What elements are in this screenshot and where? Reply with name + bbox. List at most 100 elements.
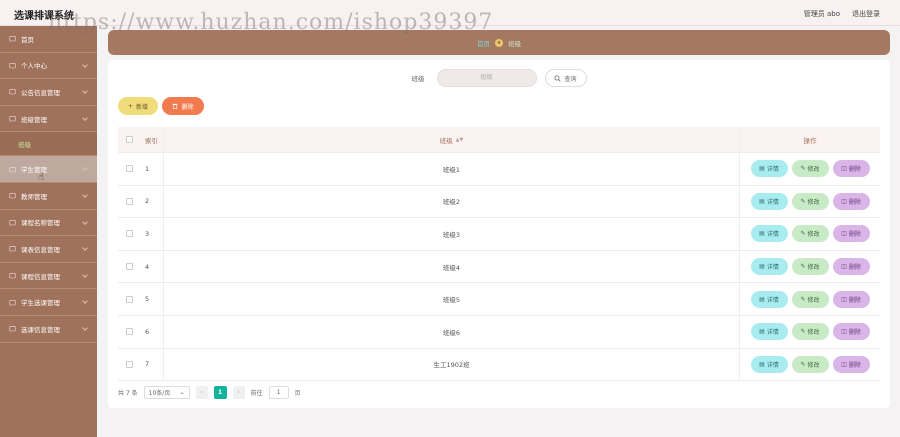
detail-button[interactable]: ▤ 详情 — [750, 355, 788, 373]
top-bar: 选课排课系统 管理员 abo 退出登录 — [0, 0, 900, 26]
delete-label: 删除 — [848, 329, 861, 337]
sidebar-item-5[interactable]: 教师管理 — [0, 183, 97, 210]
row-name: 班级4 — [164, 250, 740, 283]
chevron-down-icon — [82, 114, 88, 121]
search-input[interactable]: 班级 — [436, 69, 537, 87]
chevron-down-icon — [82, 271, 88, 278]
search-button[interactable]: 查询 — [544, 69, 587, 87]
pencil-icon: ✎ — [800, 263, 806, 271]
row-checkbox[interactable] — [125, 165, 133, 173]
row-ops: ▤ 详情 ✎ 修改 ◫ 删除 — [740, 186, 880, 218]
row-checkbox[interactable] — [125, 295, 133, 303]
sidebar-item-10[interactable]: 选课信息管理 — [0, 316, 97, 343]
edit-button[interactable]: ✎ 修改 — [791, 192, 829, 210]
schedule-icon — [9, 246, 16, 252]
sidebar-item-label: 课程信息管理 — [21, 272, 60, 281]
row-checkbox[interactable] — [125, 263, 133, 271]
detail-button[interactable]: ▤ 详情 — [750, 290, 788, 308]
delete-button[interactable]: ◫ 删除 — [832, 160, 870, 178]
prev-page-button[interactable]: ‹ — [195, 385, 208, 399]
detail-button[interactable]: ▤ 详情 — [750, 323, 788, 341]
main-panel: 班级 班级 查询 + 新增 删除 索引 班级 ▲▼ 操作 1 班级1 ▤ 详情 ✎ 修改 ◫… — [108, 60, 890, 408]
detail-label: 详情 — [766, 329, 779, 337]
page-size-select[interactable]: 10条/页 ⌄ — [143, 385, 190, 399]
sidebar-item-label: 公告信息管理 — [21, 88, 60, 97]
sidebar-item-3[interactable]: 班级管理 — [0, 106, 97, 133]
detail-label: 详情 — [766, 264, 779, 272]
row-index: 6 — [140, 315, 164, 348]
logout-link[interactable]: 退出登录 — [852, 9, 880, 19]
select-icon — [9, 299, 16, 305]
header-ops: 操作 — [803, 136, 817, 145]
pencil-icon: ✎ — [800, 360, 806, 368]
sidebar-item-label: 选课信息管理 — [21, 325, 60, 334]
edit-button[interactable]: ✎ 修改 — [791, 355, 829, 373]
sidebar-item-label: 个人中心 — [21, 62, 47, 71]
app-title: 选课排课系统 — [14, 11, 74, 22]
delete-button[interactable]: ◫ 删除 — [832, 323, 870, 341]
edit-label: 修改 — [807, 198, 820, 206]
edit-button[interactable]: ✎ 修改 — [791, 225, 829, 243]
document-icon: ▤ — [759, 263, 765, 271]
row-name: 班级2 — [164, 185, 740, 218]
detail-button[interactable]: ▤ 详情 — [750, 160, 788, 178]
table-row: 1 班级1 ▤ 详情 ✎ 修改 ◫ 删除 — [118, 153, 880, 186]
top-right-area: 管理员 abo 退出登录 — [804, 9, 880, 19]
delete-button[interactable]: ◫ 删除 — [832, 192, 870, 210]
row-ops: ▤ 详情 ✎ 修改 ◫ 删除 — [740, 283, 880, 315]
select-all-checkbox[interactable] — [125, 136, 133, 143]
sidebar-item-2[interactable]: 公告信息管理 — [0, 79, 97, 106]
sidebar-item-6[interactable]: 课程名称管理 — [0, 210, 97, 237]
delete-button[interactable]: ◫ 删除 — [832, 225, 870, 243]
sidebar: 首页个人中心公告信息管理班级管理 班级 学生管理 教师管理课程名称管理课表信息管理课程… — [0, 26, 97, 437]
row-checkbox[interactable] — [125, 328, 133, 336]
chevron-down-icon — [82, 61, 88, 68]
sidebar-item-7[interactable]: 课表信息管理 — [0, 236, 97, 263]
edit-button[interactable]: ✎ 修改 — [791, 258, 829, 276]
pencil-icon: ✎ — [800, 328, 806, 336]
breadcrumb-home[interactable]: 首页 — [477, 38, 490, 48]
sidebar-item-8[interactable]: 课程信息管理 — [0, 263, 97, 290]
sidebar-item-0[interactable]: 首页 — [0, 26, 97, 53]
detail-button[interactable]: ▤ 详情 — [750, 258, 788, 276]
pencil-icon: ✎ — [800, 165, 806, 173]
delete-button[interactable]: ◫ 删除 — [832, 258, 870, 276]
edit-button[interactable]: ✎ 修改 — [791, 160, 829, 178]
chevron-down-icon — [82, 218, 88, 225]
detail-label: 详情 — [766, 198, 779, 206]
header-name[interactable]: 班级 ▲▼ — [164, 127, 740, 152]
page-number-current[interactable]: 1 — [213, 385, 227, 399]
table-header: 索引 班级 ▲▼ 操作 — [118, 127, 880, 153]
edit-button[interactable]: ✎ 修改 — [791, 323, 829, 341]
table-row: 7 生工1902班 ▤ 详情 ✎ 修改 ◫ 删除 — [118, 348, 880, 382]
pencil-icon: ✎ — [800, 230, 806, 238]
sidebar-subitem-3-0[interactable]: 班级 — [0, 132, 97, 157]
delete-button[interactable]: ◫ 删除 — [832, 355, 870, 373]
edit-label: 修改 — [807, 329, 820, 337]
detail-button[interactable]: ▤ 详情 — [750, 192, 788, 210]
row-checkbox-cell — [118, 360, 140, 368]
row-index: 5 — [140, 283, 164, 315]
trash-icon: ◫ — [841, 165, 847, 173]
row-ops: ▤ 详情 ✎ 修改 ◫ 删除 — [740, 349, 880, 381]
sidebar-item-label: 课程名称管理 — [21, 219, 60, 228]
sidebar-item-9[interactable]: 学生选课管理 — [0, 289, 97, 316]
search-button-label: 查询 — [564, 75, 577, 83]
sort-icon[interactable]: ▲▼ — [456, 137, 464, 143]
sidebar-item-4[interactable]: 学生管理 — [0, 156, 97, 183]
chevron-down-icon — [82, 192, 88, 198]
row-checkbox[interactable] — [125, 197, 133, 205]
delete-button[interactable]: ◫ 删除 — [832, 290, 870, 308]
row-checkbox[interactable] — [125, 230, 133, 238]
row-checkbox-cell — [118, 230, 140, 238]
row-checkbox[interactable] — [125, 360, 133, 368]
sidebar-item-1[interactable]: 个人中心 — [0, 53, 97, 80]
row-checkbox-cell — [118, 165, 140, 173]
goto-page-input[interactable]: 1 — [268, 385, 289, 399]
batch-delete-button[interactable]: 删除 — [162, 97, 204, 115]
add-button[interactable]: + 新增 — [118, 97, 158, 115]
edit-button[interactable]: ✎ 修改 — [791, 290, 829, 308]
next-page-button[interactable]: › — [232, 385, 245, 399]
detail-button[interactable]: ▤ 详情 — [750, 225, 788, 243]
user-label[interactable]: 管理员 abo — [804, 9, 840, 19]
